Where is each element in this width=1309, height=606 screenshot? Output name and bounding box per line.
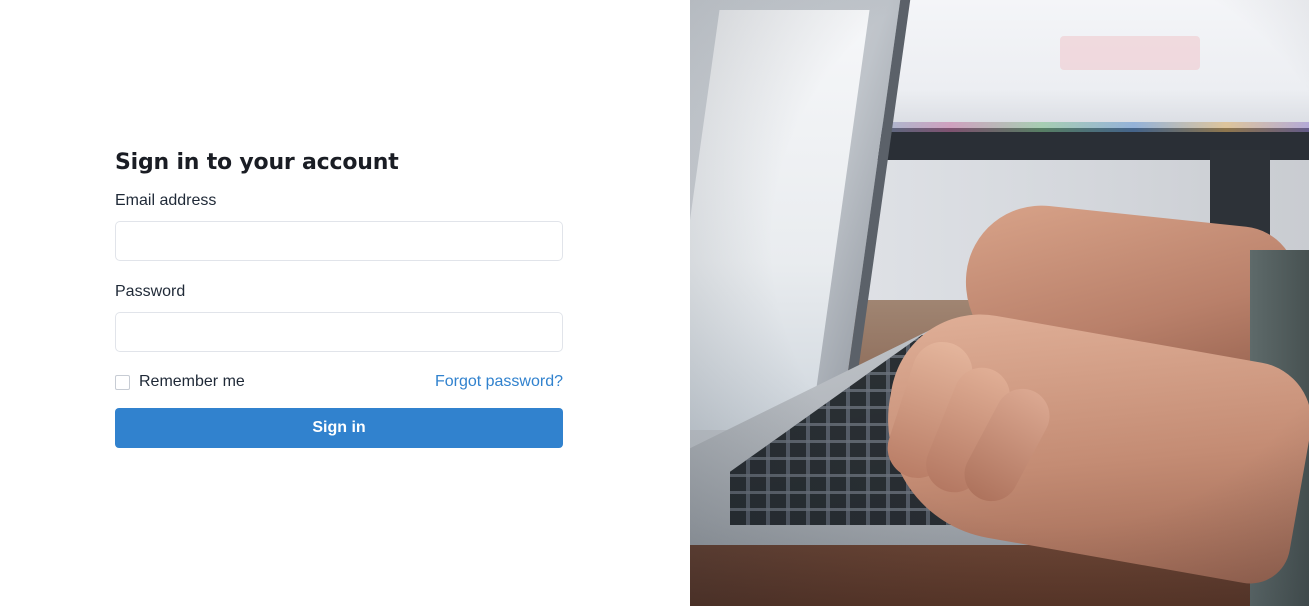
email-field[interactable] [115,221,563,261]
login-panel: Sign in to your account Email address Pa… [0,0,690,606]
password-field[interactable] [115,312,563,352]
hero-illustration [690,0,1309,606]
password-label: Password [115,283,186,300]
forgot-password-link[interactable]: Forgot password? [435,373,563,391]
page-title: Sign in to your account [115,150,399,175]
remember-me-label: Remember me [139,373,245,390]
email-label: Email address [115,192,217,209]
image-vignette [690,0,1309,606]
options-row: Remember me Forgot password? [115,372,563,392]
login-form: Sign in to your account Email address Pa… [115,148,563,448]
remember-me[interactable]: Remember me [115,373,245,391]
login-page: Sign in to your account Email address Pa… [0,0,1309,606]
hero-image [690,0,1309,606]
remember-me-checkbox[interactable] [115,374,130,390]
sign-in-button[interactable]: Sign in [115,408,563,448]
